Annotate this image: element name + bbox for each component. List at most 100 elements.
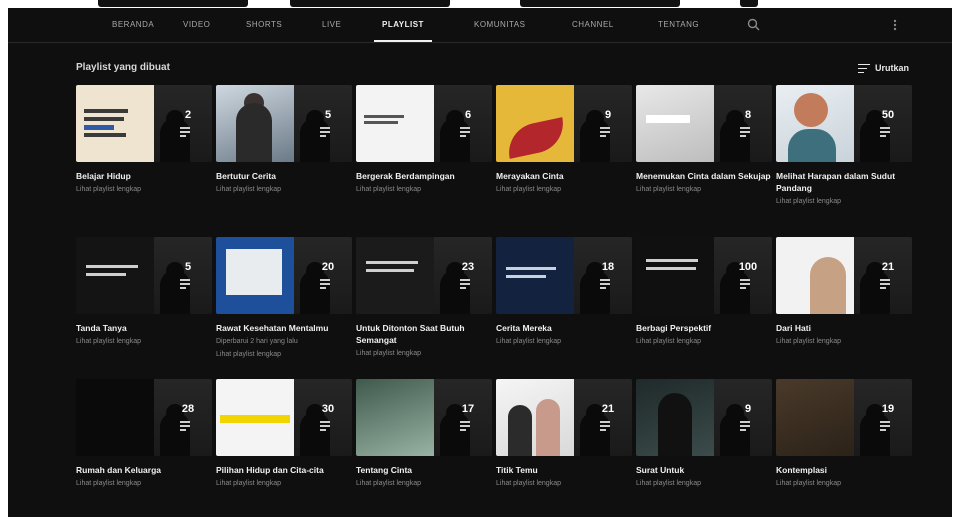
thumbnail-side-panel [434, 379, 492, 456]
view-full-playlist-link[interactable]: Lihat playlist lengkap [496, 479, 632, 489]
playlist-thumbnail[interactable]: 18 [496, 237, 632, 314]
playlist-thumbnail[interactable]: 2 [76, 85, 212, 162]
playlist-card[interactable]: 8 Menemukan Cinta dalam Sekujap Lihat pl… [636, 85, 772, 195]
video-count: 23 [461, 261, 475, 273]
view-full-playlist-link[interactable]: Lihat playlist lengkap [496, 185, 632, 195]
playlist-card[interactable]: 28 Rumah dan Keluarga Lihat playlist len… [76, 379, 212, 489]
playlist-thumbnail[interactable]: 20 [216, 237, 352, 314]
playlist-title[interactable]: Tanda Tanya [76, 322, 212, 334]
playlist-thumbnail[interactable]: 9 [496, 85, 632, 162]
playlist-thumbnail[interactable]: 28 [76, 379, 212, 456]
tab-shorts[interactable]: SHORTS [246, 8, 282, 42]
playlist-card[interactable]: 30 Pilihan Hidup dan Cita-cita Lihat pla… [216, 379, 352, 489]
playlist-thumbnail[interactable]: 8 [636, 85, 772, 162]
playlist-icon [320, 279, 336, 289]
playlist-title[interactable]: Surat Untuk [636, 464, 772, 476]
playlist-thumbnail[interactable]: 21 [776, 237, 912, 314]
view-full-playlist-link[interactable]: Lihat playlist lengkap [776, 197, 912, 207]
tab-video[interactable]: VIDEO [183, 8, 210, 42]
cropped-heading-fragment [290, 0, 450, 7]
view-full-playlist-link[interactable]: Lihat playlist lengkap [356, 185, 492, 195]
view-full-playlist-link[interactable]: Lihat playlist lengkap [496, 337, 632, 347]
thumbnail-image [216, 379, 294, 456]
cropped-heading-fragment [98, 0, 248, 7]
view-full-playlist-link[interactable]: Lihat playlist lengkap [76, 479, 212, 489]
playlist-title[interactable]: Titik Temu [496, 464, 632, 476]
thumbnail-side-panel [154, 237, 212, 314]
playlist-title[interactable]: Dari Hati [776, 322, 912, 334]
view-full-playlist-link[interactable]: Lihat playlist lengkap [216, 350, 352, 360]
tab-live[interactable]: LIVE [322, 8, 341, 42]
playlist-icon [880, 127, 896, 137]
playlist-card[interactable]: 5 Tanda Tanya Lihat playlist lengkap [76, 237, 212, 347]
playlist-thumbnail[interactable]: 5 [216, 85, 352, 162]
playlist-title[interactable]: Pilihan Hidup dan Cita-cita [216, 464, 352, 476]
search-icon[interactable] [746, 17, 762, 33]
playlist-title[interactable]: Belajar Hidup [76, 170, 212, 182]
tab-playlist[interactable]: PLAYLIST [374, 8, 432, 42]
playlist-card[interactable]: 100 Berbagi Perspektif Lihat playlist le… [636, 237, 772, 347]
playlist-card[interactable]: 18 Cerita Mereka Lihat playlist lengkap [496, 237, 632, 347]
playlist-card[interactable]: 21 Titik Temu Lihat playlist lengkap [496, 379, 632, 489]
view-full-playlist-link[interactable]: Lihat playlist lengkap [636, 479, 772, 489]
video-count: 9 [604, 109, 612, 121]
playlist-thumbnail[interactable]: 100 [636, 237, 772, 314]
playlist-thumbnail[interactable]: 9 [636, 379, 772, 456]
playlist-title[interactable]: Tentang Cinta [356, 464, 492, 476]
playlist-card[interactable]: 21 Dari Hati Lihat playlist lengkap [776, 237, 912, 347]
view-full-playlist-link[interactable]: Lihat playlist lengkap [216, 479, 352, 489]
playlist-card[interactable]: 9 Surat Untuk Lihat playlist lengkap [636, 379, 772, 489]
view-full-playlist-link[interactable]: Lihat playlist lengkap [636, 337, 772, 347]
playlist-thumbnail[interactable]: 17 [356, 379, 492, 456]
playlist-card[interactable]: 20 Rawat Kesehatan Mentalmu Diperbarui 2… [216, 237, 352, 360]
playlist-title[interactable]: Rawat Kesehatan Mentalmu [216, 322, 352, 334]
sort-button[interactable]: Urutkan [858, 60, 909, 76]
playlist-icon [460, 127, 476, 137]
playlist-thumbnail[interactable]: 5 [76, 237, 212, 314]
playlist-card[interactable]: 23 Untuk Ditonton Saat Butuh Semangat Li… [356, 237, 492, 359]
playlist-title[interactable]: Bergerak Berdampingan [356, 170, 492, 182]
view-full-playlist-link[interactable]: Lihat playlist lengkap [76, 337, 212, 347]
playlist-title[interactable]: Menemukan Cinta dalam Sekujap [636, 170, 772, 182]
playlist-icon [600, 127, 616, 137]
playlist-thumbnail[interactable]: 23 [356, 237, 492, 314]
playlist-card[interactable]: 6 Bergerak Berdampingan Lihat playlist l… [356, 85, 492, 195]
playlist-title[interactable]: Merayakan Cinta [496, 170, 632, 182]
video-count: 19 [881, 403, 895, 415]
playlist-thumbnail[interactable]: 30 [216, 379, 352, 456]
playlist-card[interactable]: 17 Tentang Cinta Lihat playlist lengkap [356, 379, 492, 489]
playlist-thumbnail[interactable]: 6 [356, 85, 492, 162]
playlist-card[interactable]: 2 Belajar Hidup Lihat playlist lengkap [76, 85, 212, 195]
thumbnail-image [76, 237, 154, 314]
playlist-title[interactable]: Cerita Mereka [496, 322, 632, 334]
view-full-playlist-link[interactable]: Lihat playlist lengkap [356, 479, 492, 489]
playlist-title[interactable]: Kontemplasi [776, 464, 912, 476]
view-full-playlist-link[interactable]: Lihat playlist lengkap [776, 337, 912, 347]
thumbnail-side-panel [574, 237, 632, 314]
playlist-icon [600, 279, 616, 289]
playlist-card[interactable]: 5 Bertutur Cerita Lihat playlist lengkap [216, 85, 352, 195]
playlist-title[interactable]: Melihat Harapan dalam Sudut Pandang [776, 170, 912, 194]
tab-komunitas[interactable]: KOMUNITAS [474, 8, 525, 42]
tab-tentang[interactable]: TENTANG [658, 8, 699, 42]
video-count: 30 [321, 403, 335, 415]
playlist-card[interactable]: 19 Kontemplasi Lihat playlist lengkap [776, 379, 912, 489]
tab-channel[interactable]: CHANNEL [572, 8, 614, 42]
playlist-title[interactable]: Berbagi Perspektif [636, 322, 772, 334]
playlist-thumbnail[interactable]: 21 [496, 379, 632, 456]
view-full-playlist-link[interactable]: Lihat playlist lengkap [356, 349, 492, 359]
view-full-playlist-link[interactable]: Lihat playlist lengkap [76, 185, 212, 195]
playlist-card[interactable]: 9 Merayakan Cinta Lihat playlist lengkap [496, 85, 632, 195]
playlist-title[interactable]: Rumah dan Keluarga [76, 464, 212, 476]
playlist-title[interactable]: Untuk Ditonton Saat Butuh Semangat [356, 322, 492, 346]
playlist-thumbnail[interactable]: 19 [776, 379, 912, 456]
video-count: 21 [881, 261, 895, 273]
playlist-title[interactable]: Bertutur Cerita [216, 170, 352, 182]
tab-beranda[interactable]: BERANDA [112, 8, 154, 42]
more-vert-icon[interactable] [890, 17, 900, 33]
view-full-playlist-link[interactable]: Lihat playlist lengkap [216, 185, 352, 195]
playlist-card[interactable]: 50 Melihat Harapan dalam Sudut Pandang L… [776, 85, 912, 207]
playlist-thumbnail[interactable]: 50 [776, 85, 912, 162]
view-full-playlist-link[interactable]: Lihat playlist lengkap [776, 479, 912, 489]
view-full-playlist-link[interactable]: Lihat playlist lengkap [636, 185, 772, 195]
